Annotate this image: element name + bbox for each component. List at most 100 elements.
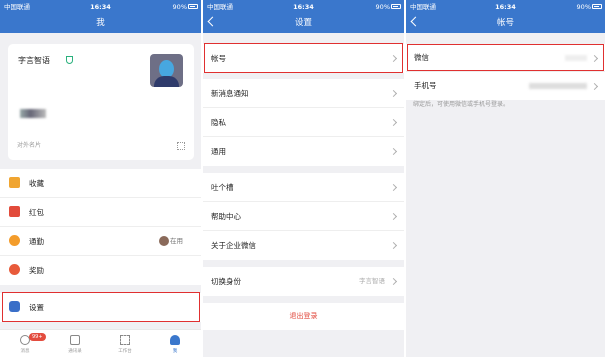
settings-group-help: 吐个槽 帮助中心 关于企业微信 <box>203 173 404 260</box>
settings-entry: 设置 <box>0 293 201 322</box>
tab-messages[interactable]: 99+ 消息 <box>0 330 50 357</box>
battery-icon <box>188 4 198 9</box>
time-label: 16:34 <box>90 3 111 11</box>
medal-icon <box>9 264 20 275</box>
current-identity: 字言智语 <box>359 277 385 285</box>
chevron-right-icon <box>590 82 599 91</box>
settings-item-notifications[interactable]: 新消息通知 <box>203 79 404 108</box>
chevron-right-icon <box>590 54 599 63</box>
settings-item-account[interactable]: 帐号 <box>203 44 404 73</box>
external-card-label: 对外名片 <box>17 142 42 149</box>
bind-hint-text: 绑定后，可使用微信或手机号登录。 <box>413 101 510 108</box>
settings-item-label: 帮助中心 <box>211 212 241 221</box>
account-item-wechat[interactable]: 微信 <box>406 44 605 72</box>
settings-item-general[interactable]: 通用 <box>203 137 404 166</box>
chevron-right-icon <box>389 212 398 221</box>
account-list: 微信 手机号 <box>406 44 605 100</box>
menu-item-label: 设置 <box>29 303 44 312</box>
menu-item-settings[interactable]: 设置 <box>0 293 201 322</box>
account-screen: 中国联通 16:34 90% 帐号 微信 手机号 绑定后，可使用微信或手机号登录… <box>406 0 605 357</box>
logout-button[interactable]: 退出登录 <box>203 303 404 330</box>
person-icon <box>170 335 180 345</box>
tab-workbench[interactable]: 工作台 <box>100 330 150 357</box>
org-chart-icon <box>70 335 80 345</box>
settings-item-label: 关于企业微信 <box>211 241 256 250</box>
menu-item-favorites[interactable]: 收藏 <box>0 169 201 198</box>
settings-group-account: 帐号 <box>203 44 404 73</box>
mini-avatar <box>159 236 169 246</box>
settings-item-label: 帐号 <box>211 54 226 63</box>
verified-shield-icon <box>66 56 73 64</box>
box-icon <box>9 177 20 188</box>
tab-label: 消息 <box>20 349 30 354</box>
menu-item-label: 通勤 <box>29 237 44 246</box>
battery-icon <box>391 4 401 9</box>
settings-screen: 中国联通 16:34 90% 设置 帐号 新消息通知 隐私 通用 吐个槽 帮助中… <box>203 0 404 357</box>
account-item-label: 手机号 <box>414 81 437 90</box>
chevron-right-icon <box>389 183 398 192</box>
time-label: 16:34 <box>495 3 516 11</box>
profile-name: 字言智语 <box>18 56 50 65</box>
chevron-right-icon <box>389 89 398 98</box>
profile-card[interactable]: 字言智语 对外名片 <box>8 44 194 160</box>
chevron-right-icon <box>389 54 398 63</box>
menu-item-rewards[interactable]: 奖励 <box>0 256 201 285</box>
menu-item-label: 红包 <box>29 208 44 217</box>
menu-item-red-packet[interactable]: 红包 <box>0 198 201 227</box>
me-menu-list: 收藏 红包 通勤 在用 奖励 <box>0 169 201 285</box>
bottom-tab-bar: 99+ 消息 通讯录 工作台 我 <box>0 329 201 357</box>
settings-item-label: 隐私 <box>211 118 226 127</box>
tab-me[interactable]: 我 <box>150 330 200 357</box>
account-item-phone[interactable]: 手机号 <box>406 72 605 100</box>
settings-group-general: 新消息通知 隐私 通用 <box>203 79 404 166</box>
unread-badge: 99+ <box>29 333 46 341</box>
battery-percent: 90% <box>172 3 187 11</box>
settings-item-label: 吐个槽 <box>211 183 234 192</box>
chevron-right-icon <box>389 277 398 286</box>
settings-item-privacy[interactable]: 隐私 <box>203 108 404 137</box>
tab-label: 通讯录 <box>68 349 82 354</box>
battery-percent: 90% <box>576 3 591 11</box>
time-label: 16:34 <box>293 3 314 11</box>
tab-label: 工作台 <box>118 349 132 354</box>
page-title: 我 <box>96 18 105 28</box>
blurred-value <box>565 55 587 61</box>
settings-icon <box>9 301 20 312</box>
header-bar: 中国联通 16:34 90% 设置 <box>203 0 404 33</box>
battery-icon <box>592 4 602 9</box>
red-packet-icon <box>9 206 20 217</box>
qr-code-icon[interactable] <box>177 142 185 150</box>
chevron-right-icon <box>389 118 398 127</box>
settings-item-label: 通用 <box>211 147 226 156</box>
commute-status: 在用 <box>170 237 183 245</box>
menu-item-label: 奖励 <box>29 266 44 275</box>
status-bar: 中国联通 16:34 90% <box>203 1 404 13</box>
page-title: 设置 <box>294 18 312 28</box>
avatar[interactable] <box>150 54 183 87</box>
page-title: 帐号 <box>496 18 514 28</box>
clock-icon <box>9 235 20 246</box>
menu-item-commute[interactable]: 通勤 在用 <box>0 227 201 256</box>
chevron-right-icon <box>389 147 398 156</box>
settings-item-feedback[interactable]: 吐个槽 <box>203 173 404 202</box>
settings-item-switch-identity[interactable]: 切换身份 字言智语 <box>203 267 404 296</box>
blurred-info <box>20 109 46 118</box>
settings-item-help-center[interactable]: 帮助中心 <box>203 202 404 231</box>
grid-icon <box>120 335 130 345</box>
header-bar: 中国联通 16:34 90% 我 <box>0 0 201 33</box>
blurred-phone-number <box>529 83 587 89</box>
screenshot-triptych: 中国联通 16:34 90% 我 字言智语 对外名片 收藏 红包 通勤 在用 奖… <box>0 0 605 357</box>
menu-item-label: 收藏 <box>29 179 44 188</box>
settings-item-about[interactable]: 关于企业微信 <box>203 231 404 260</box>
tab-contacts[interactable]: 通讯录 <box>50 330 100 357</box>
chevron-right-icon <box>389 241 398 250</box>
status-bar: 中国联通 16:34 90% <box>406 1 605 13</box>
settings-item-label: 新消息通知 <box>211 89 249 98</box>
battery-percent: 90% <box>375 3 390 11</box>
settings-group-identity: 切换身份 字言智语 <box>203 267 404 296</box>
header-bar: 中国联通 16:34 90% 帐号 <box>406 0 605 33</box>
settings-item-label: 切换身份 <box>211 277 241 286</box>
status-bar: 中国联通 16:34 90% <box>0 1 201 13</box>
account-item-label: 微信 <box>414 53 429 62</box>
tab-label: 我 <box>172 349 178 354</box>
